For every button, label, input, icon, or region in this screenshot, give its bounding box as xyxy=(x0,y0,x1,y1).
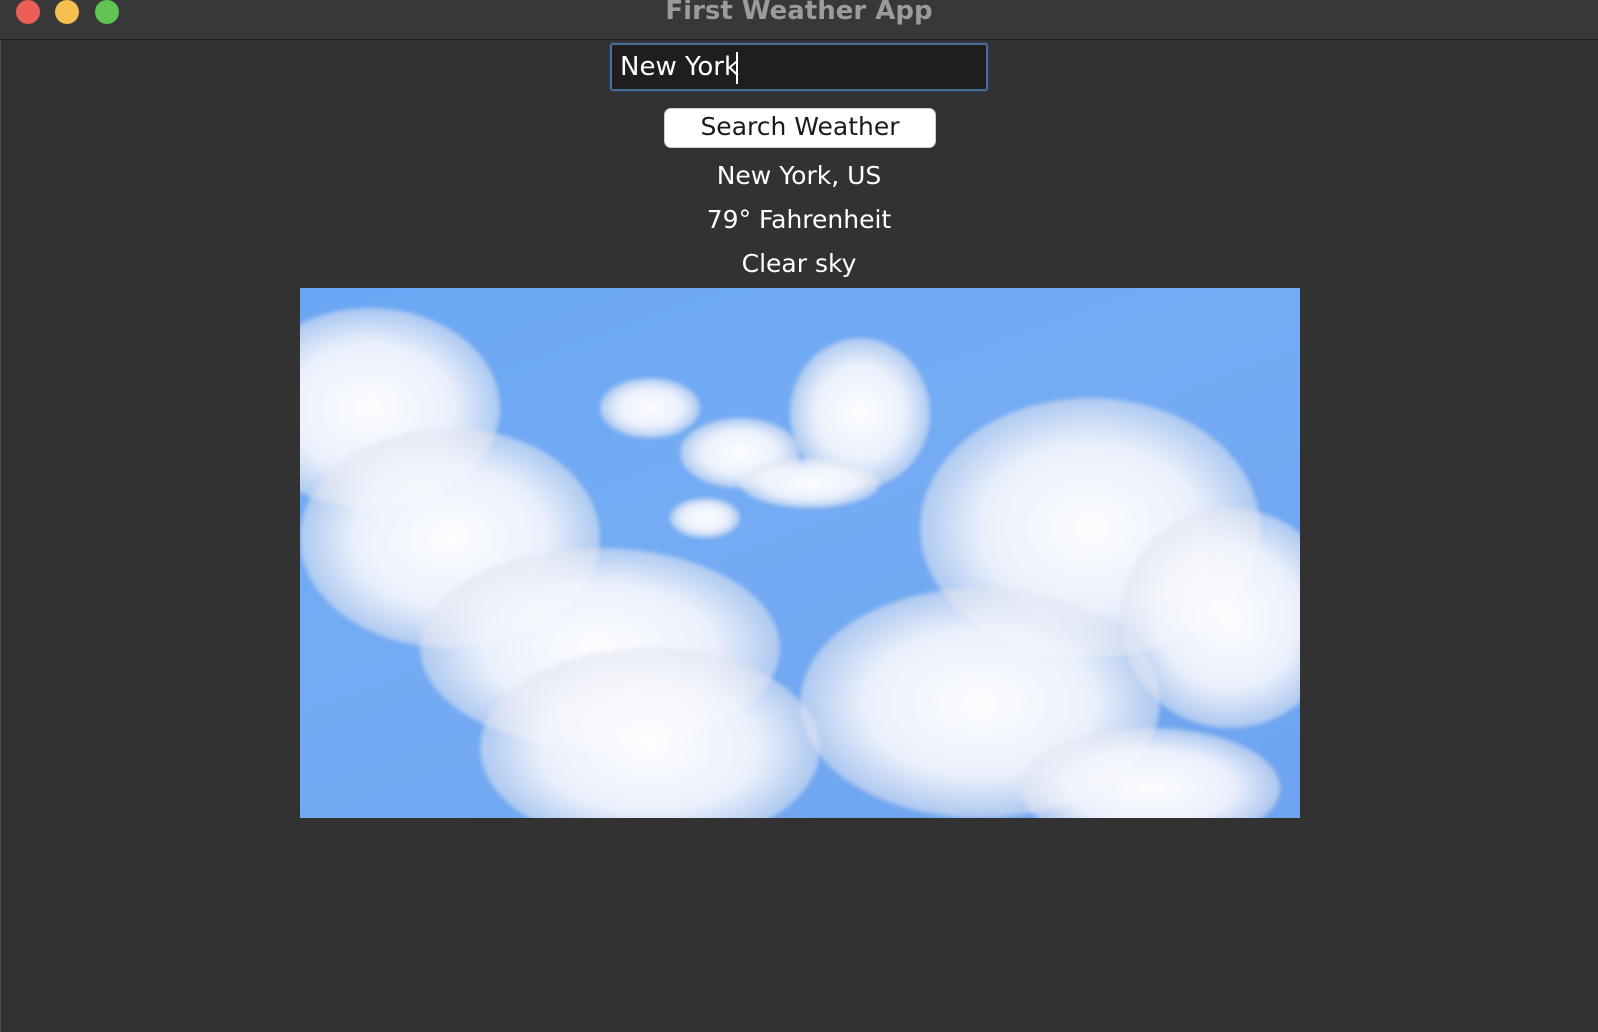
city-search-input[interactable] xyxy=(610,43,988,91)
cloud-shape xyxy=(600,378,700,438)
cloud-shape xyxy=(670,498,740,538)
window-title: First Weather App xyxy=(665,0,933,26)
location-label: New York, US xyxy=(716,161,882,190)
app-window: First Weather App Search Weather New Yor… xyxy=(0,0,1598,1032)
weather-description-label: Clear sky xyxy=(741,249,857,278)
weather-image xyxy=(300,288,1300,818)
temperature-label: 79° Fahrenheit xyxy=(706,205,892,234)
search-weather-button[interactable]: Search Weather xyxy=(664,108,936,148)
cloud-shape xyxy=(740,458,880,508)
text-caret xyxy=(736,52,738,84)
title-bar[interactable]: First Weather App xyxy=(0,0,1598,40)
